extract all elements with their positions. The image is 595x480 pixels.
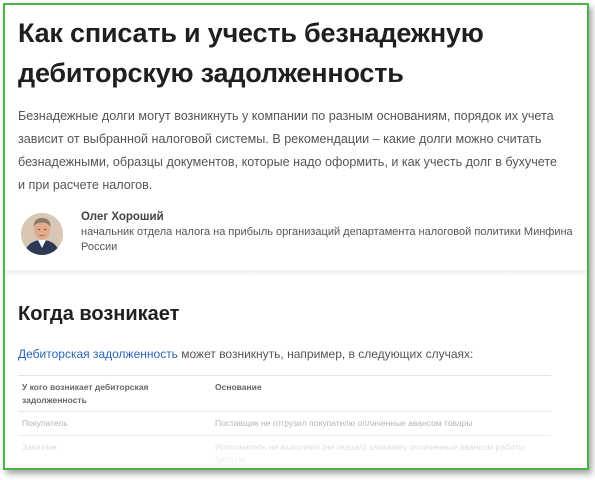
section-intro: Дебиторская задолженность может возникну…: [18, 345, 578, 363]
section-divider: [5, 270, 587, 276]
table-cell-who: Покупатель: [18, 411, 211, 436]
table-cell-basis: Поставщик не отгрузил покупателю оплачен…: [211, 411, 551, 436]
article: Как списать и учесть безнадежную дебитор…: [18, 5, 580, 265]
table-header-row: У кого возникает дебиторская задолженнос…: [18, 375, 551, 412]
receivables-link[interactable]: Дебиторская задолженность: [18, 347, 178, 361]
screenshot-frame: Как списать и учесть безнадежную дебитор…: [3, 3, 589, 470]
section-intro-text: может возникнуть, например, в следующих …: [177, 347, 474, 361]
table-cell-who: Заказчик: [18, 435, 211, 468]
author-avatar[interactable]: [21, 213, 63, 255]
section-title: Когда возникает: [18, 303, 180, 325]
table-row: Покупатель Поставщик не отгрузил покупат…: [18, 411, 551, 436]
article-title: Как списать и учесть безнадежную дебитор…: [18, 18, 484, 88]
author-name[interactable]: Олег Хороший: [81, 209, 576, 225]
table-cell-basis: Исполнитель не выполнил (не оказал) зака…: [211, 435, 551, 468]
table-header-basis: Основание: [211, 375, 551, 412]
article-lead: Безнадежные долги могут возникнуть у ком…: [18, 109, 557, 192]
table-header-who: У кого возникает дебиторская задолженнос…: [18, 375, 211, 412]
author-photo-icon: [21, 213, 63, 255]
table-row: Заказчик Исполнитель не выполнил (не ока…: [18, 435, 551, 468]
author-info: Олег Хороший начальник отдела налога на …: [81, 209, 576, 255]
cases-table: У кого возникает дебиторская задолженнос…: [18, 375, 551, 468]
author-block: Олег Хороший начальник отдела налога на …: [18, 209, 580, 265]
author-position: начальник отдела налога на прибыль орган…: [81, 226, 573, 253]
